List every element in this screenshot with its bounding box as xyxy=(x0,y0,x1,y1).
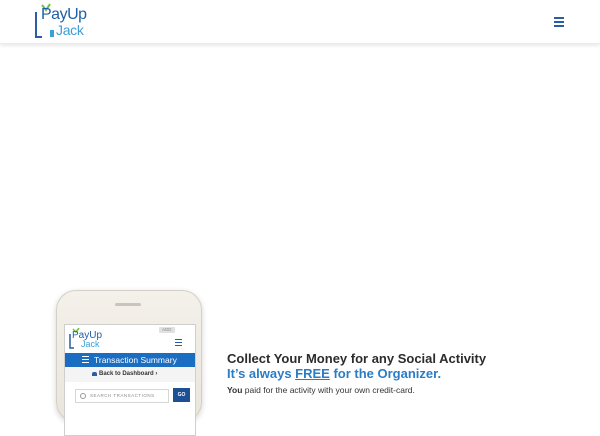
phone-speaker xyxy=(115,303,141,306)
site-header: PayUp Jack xyxy=(0,0,600,44)
body-bold: You xyxy=(227,385,243,395)
free-emphasis: FREE xyxy=(295,366,330,381)
search-placeholder: SEARCH TRANSACTIONS xyxy=(90,393,155,398)
body-rest: paid for the activity with your own cred… xyxy=(242,385,415,395)
back-to-dashboard-link[interactable]: Back to Dashboard › xyxy=(99,371,157,377)
transaction-summary-title: Transaction Summary xyxy=(94,355,177,365)
subline-pre: It’s always xyxy=(227,366,296,381)
sliders-icon xyxy=(82,356,90,364)
phone-badge: ADD xyxy=(159,327,175,333)
logo-text-jack: Jack xyxy=(56,22,84,38)
logo-text-pay: PayUp xyxy=(41,6,87,23)
phone-mockup: PayUp Jack ADD Transaction Summary Back … xyxy=(56,290,202,436)
dashboard-icon xyxy=(92,372,97,376)
subline: It’s always FREE for the Organizer. xyxy=(227,366,441,381)
search-icon xyxy=(80,393,86,399)
search-transactions-input[interactable]: SEARCH TRANSACTIONS xyxy=(75,389,169,403)
phone-logo-jack: Jack xyxy=(81,339,100,349)
phone-logo: PayUp Jack xyxy=(68,328,102,350)
transaction-summary-bar: Transaction Summary xyxy=(65,353,195,367)
subline-post: for the Organizer. xyxy=(329,366,442,381)
phone-menu-icon[interactable] xyxy=(175,339,183,348)
headline: Collect Your Money for any Social Activi… xyxy=(227,351,487,366)
menu-toggle-icon[interactable] xyxy=(553,17,565,28)
body-text: You paid for the activity with your own … xyxy=(227,385,415,396)
back-row: Back to Dashboard › xyxy=(65,367,195,382)
phone-screen: PayUp Jack ADD Transaction Summary Back … xyxy=(64,324,196,436)
payupjack-logo[interactable]: PayUp Jack xyxy=(33,3,87,41)
